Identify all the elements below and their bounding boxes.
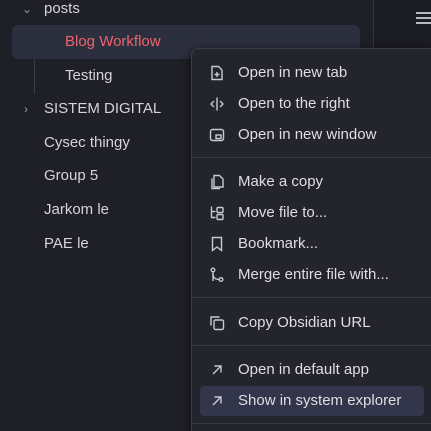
- file-plus-icon: [209, 65, 225, 81]
- menu-item-label: Open in new window: [238, 126, 377, 143]
- tree-item-pae[interactable]: PAE le: [44, 229, 89, 259]
- copy-files-icon: [209, 174, 225, 190]
- menu-icon[interactable]: [416, 12, 431, 27]
- menu-item-open-new-tab[interactable]: Open in new tab: [200, 58, 424, 88]
- menu-item-open-default-app[interactable]: Open in default app: [200, 355, 424, 385]
- menu-item-label: Move file to...: [238, 204, 328, 221]
- menu-item-label: Bookmark...: [238, 235, 319, 252]
- folder-tree-icon: [209, 205, 225, 221]
- menu-item-label: Open in new tab: [238, 64, 348, 81]
- git-merge-icon: [209, 267, 225, 283]
- menu-separator: [192, 345, 431, 346]
- menu-separator: [192, 423, 431, 424]
- menu-item-show-in-explorer[interactable]: Show in system explorer: [200, 386, 424, 416]
- menu-item-open-new-window[interactable]: Open in new window: [200, 120, 424, 150]
- menu-item-label: Merge entire file with...: [238, 266, 389, 283]
- menu-item-merge-file[interactable]: Merge entire file with...: [200, 260, 424, 290]
- menu-separator: [192, 297, 431, 298]
- arrow-up-right-icon: [209, 393, 225, 409]
- tree-item-label: Testing: [65, 67, 113, 84]
- tree-item-label: Group 5: [44, 167, 99, 184]
- tree-item-testing[interactable]: Testing: [65, 61, 113, 91]
- tree-item-label: Blog Workflow: [65, 33, 161, 50]
- chevron-down-icon: ⌄: [22, 2, 33, 16]
- tree-item-group5[interactable]: Group 5: [44, 161, 98, 191]
- copy-icon: [209, 315, 225, 331]
- tree-item-label: Cysec thingy: [44, 134, 130, 151]
- context-menu: Open in new tab Open to the right Open i…: [191, 48, 431, 431]
- menu-item-open-right[interactable]: Open to the right: [200, 89, 424, 119]
- tree-item-label: Jarkom le: [44, 201, 110, 218]
- window-icon: [209, 127, 225, 143]
- tree-folder-label: posts: [44, 0, 80, 17]
- menu-item-label: Open to the right: [238, 95, 350, 112]
- menu-item-bookmark[interactable]: Bookmark...: [200, 229, 424, 259]
- tree-item-jarkom[interactable]: Jarkom le: [44, 195, 109, 225]
- menu-item-label: Open in default app: [238, 361, 369, 378]
- tree-item-label: PAE le: [44, 235, 89, 252]
- menu-separator: [192, 157, 431, 158]
- menu-item-copy-url[interactable]: Copy Obsidian URL: [200, 308, 424, 338]
- arrow-up-right-icon: [209, 362, 225, 378]
- menu-item-label: Make a copy: [238, 173, 324, 190]
- tree-folder-label: SISTEM DIGITAL: [44, 100, 162, 117]
- chevron-right-icon: ›: [24, 102, 28, 116]
- menu-item-label: Copy Obsidian URL: [238, 314, 371, 331]
- menu-item-move-file[interactable]: Move file to...: [200, 198, 424, 228]
- menu-item-make-copy[interactable]: Make a copy: [200, 167, 424, 197]
- split-right-icon: [209, 96, 225, 112]
- obsidian-window: ⌄ posts Blog Workflow Testing › SISTEM D…: [0, 0, 431, 431]
- tree-item-cysec[interactable]: Cysec thingy: [44, 128, 130, 158]
- menu-item-label: Show in system explorer: [238, 392, 402, 409]
- bookmark-icon: [209, 236, 225, 252]
